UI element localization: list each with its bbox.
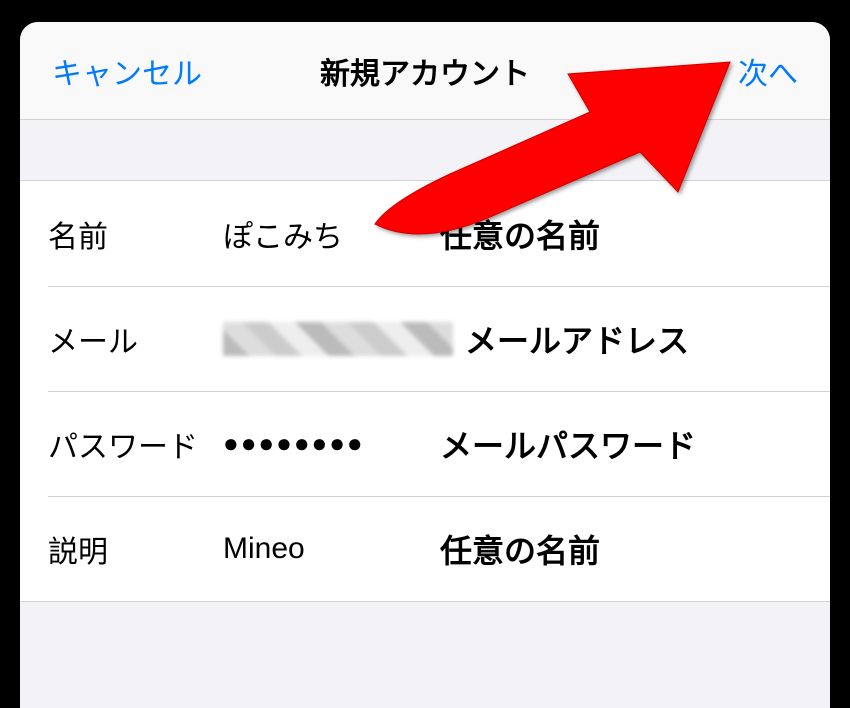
cancel-button[interactable]: キャンセル [52,49,202,93]
name-label: 名前 [48,212,223,256]
password-label: パスワード [48,422,223,466]
email-input[interactable] [223,322,453,356]
name-annotation: 任意の名前 [440,211,600,257]
email-label: メール [48,317,223,361]
password-input[interactable]: ●●●●●●●● [223,428,365,459]
new-account-modal: キャンセル 新規アカウント 次へ 名前 ぽこみち 任意の名前 メール メールアド… [20,22,830,708]
description-input[interactable]: Mineo [223,532,305,566]
modal-title: 新規アカウント [320,49,530,93]
spacer [20,120,830,180]
next-button[interactable]: 次へ [648,49,798,93]
password-row[interactable]: パスワード ●●●●●●●● メールパスワード [20,391,830,496]
account-form: 名前 ぽこみち 任意の名前 メール メールアドレス パスワード ●●●●●●●●… [20,180,830,602]
modal-header: キャンセル 新規アカウント 次へ [20,22,830,120]
description-label: 説明 [48,527,223,571]
name-row[interactable]: 名前 ぽこみち 任意の名前 [20,181,830,286]
description-row[interactable]: 説明 Mineo 任意の名前 [20,496,830,601]
bottom-spacer [20,602,830,708]
email-annotation: メールアドレス [465,316,689,362]
password-annotation: メールパスワード [440,421,696,467]
description-annotation: 任意の名前 [440,526,600,572]
name-input[interactable]: ぽこみち [223,212,343,256]
email-row[interactable]: メール メールアドレス [20,286,830,391]
